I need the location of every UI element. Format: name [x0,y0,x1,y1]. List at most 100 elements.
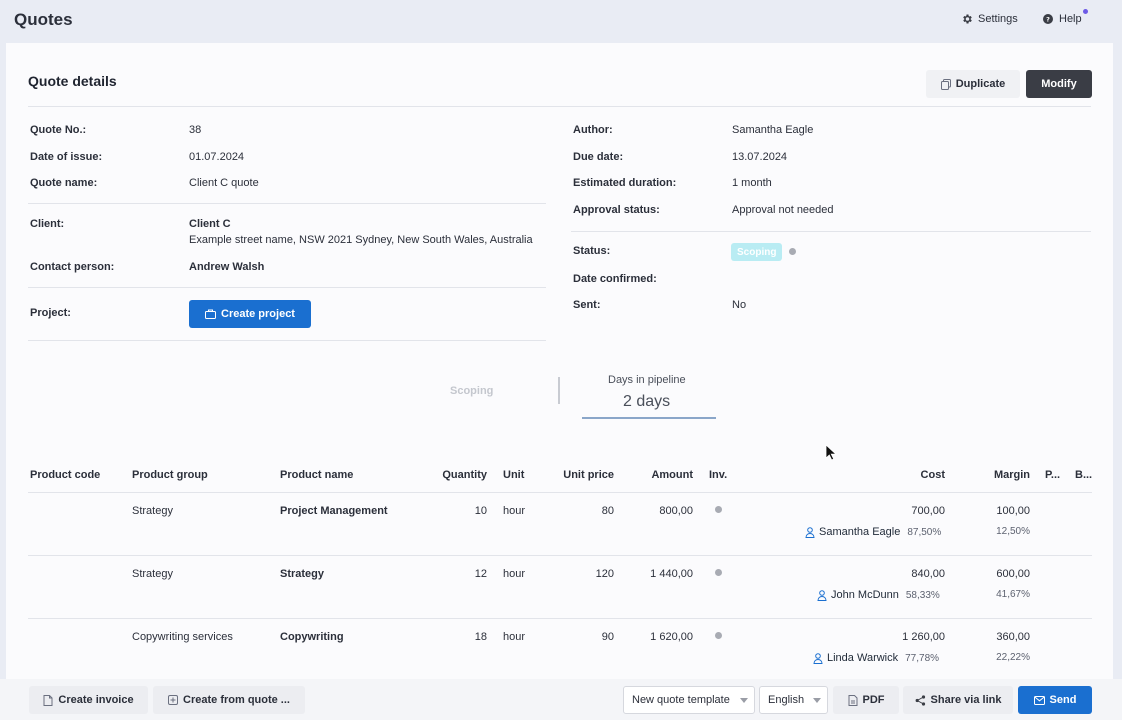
invoiced-dot [715,506,722,513]
top-bar: Quotes Settings ? Help [0,0,1122,42]
svg-text:?: ? [1046,15,1050,23]
author-label: Author: [573,124,613,136]
send-button[interactable]: Send [1018,686,1092,714]
language-select[interactable]: English [759,686,828,714]
cell-cost: 1 260,00 [902,631,945,643]
language-value: English [768,694,805,706]
cell-product-group: Strategy [132,505,173,517]
col-inv[interactable]: Inv. [709,469,727,481]
status-label: Status: [573,245,611,257]
create-project-button[interactable]: Create project [189,300,311,328]
col-product-name[interactable]: Product name [280,469,353,481]
help-label: Help [1059,13,1082,25]
status-badge[interactable]: Scoping [731,243,783,261]
person-icon [805,526,815,538]
sent-label: Sent: [573,299,601,311]
cell-quantity: 10 [474,505,487,517]
invoiced-dot [715,569,722,576]
divider [28,492,1092,493]
create-project-label: Create project [221,308,295,320]
cell-margin: 100,00 [996,505,1030,517]
cell-unit-price: 120 [595,568,614,580]
author-value: Samantha Eagle [732,124,814,136]
cell-amount: 800,00 [659,505,693,517]
divider [28,618,1092,619]
col-amount[interactable]: Amount [623,469,693,481]
person-name: Linda Warwick [827,652,899,664]
person-icon [817,589,827,601]
briefcase-icon [205,309,216,319]
col-product-group[interactable]: Product group [132,469,208,481]
settings-label: Settings [978,13,1018,25]
cell-unit: hour [503,631,526,643]
pdf-icon [848,694,857,706]
pipeline-separator [558,377,560,404]
contact-person-label: Contact person: [30,261,115,273]
cost-person: Linda Warwick 77,78% [813,652,939,664]
settings-link[interactable]: Settings [961,13,1018,25]
app-title: Quotes [14,10,73,29]
margin-percent: 12,50% [996,526,1030,537]
cell-unit: hour [503,568,526,580]
cell-product-name: Copywriting [280,631,344,643]
divider [28,203,546,204]
col-quantity[interactable]: Quantity [427,469,487,481]
project-label: Project: [30,307,71,319]
modify-button[interactable]: Modify [1026,70,1092,98]
estimated-duration-value: 1 month [732,177,772,189]
cell-cost: 700,00 [911,505,945,517]
margin-percent: 41,67% [996,589,1030,600]
duplicate-label: Duplicate [955,78,1006,90]
pipeline-days: 2 days [623,393,671,410]
cell-cost: 840,00 [911,568,945,580]
col-cost[interactable]: Cost [875,469,945,481]
estimated-duration-label: Estimated duration: [573,177,677,189]
status-dot [789,248,796,255]
divider [571,231,1091,232]
col-p[interactable]: P... [1045,469,1060,481]
client-name[interactable]: Client C [189,218,231,230]
help-icon: ? [1043,14,1053,24]
notification-dot [1083,9,1088,14]
quote-name-label: Quote name: [30,177,98,189]
cell-quantity: 18 [474,631,487,643]
cell-product-name: Project Management [280,505,388,517]
quote-template-select[interactable]: New quote template [623,686,755,714]
person-name: Samantha Eagle [819,526,901,538]
create-invoice-label: Create invoice [58,694,134,706]
chevron-down-icon [740,698,748,703]
cell-unit-price: 80 [601,505,614,517]
create-from-quote-button[interactable]: Create from quote ... [153,686,305,714]
sent-value: No [732,299,747,311]
col-b[interactable]: B... [1075,469,1092,481]
contact-person-value[interactable]: Andrew Walsh [189,261,264,273]
quote-name-value: Client C quote [189,177,259,189]
bottom-action-bar: Create invoice Create from quote ... New… [0,679,1122,720]
quote-no-label: Quote No.: [30,124,87,136]
invoiced-dot [715,632,722,639]
col-unit-price[interactable]: Unit price [544,469,614,481]
cell-product-name: Strategy [280,568,325,580]
col-product-code[interactable]: Product code [30,469,100,481]
cell-unit: hour [503,505,526,517]
divider [28,555,1092,556]
quote-template-value: New quote template [632,694,730,706]
col-margin[interactable]: Margin [960,469,1030,481]
duplicate-button[interactable]: Duplicate [926,70,1020,98]
help-link[interactable]: ? Help [1042,13,1082,25]
pipeline-underline [582,417,716,419]
divider [28,287,546,288]
share-via-link-button[interactable]: Share via link [903,686,1013,714]
pdf-button[interactable]: PDF [833,686,899,714]
copy-icon [940,78,951,90]
cost-person: Samantha Eagle 87,50% [805,526,941,538]
person-name: John McDunn [831,589,899,601]
col-unit[interactable]: Unit [503,469,524,481]
page-title: Quote details [28,73,117,89]
client-label: Client: [30,218,65,230]
create-invoice-button[interactable]: Create invoice [29,686,148,714]
client-address: Example street name, NSW 2021 Sydney, Ne… [189,234,533,246]
pipeline-title: Days in pipeline [608,374,686,386]
approval-status-value: Approval not needed [732,204,834,216]
cell-unit-price: 90 [601,631,614,643]
